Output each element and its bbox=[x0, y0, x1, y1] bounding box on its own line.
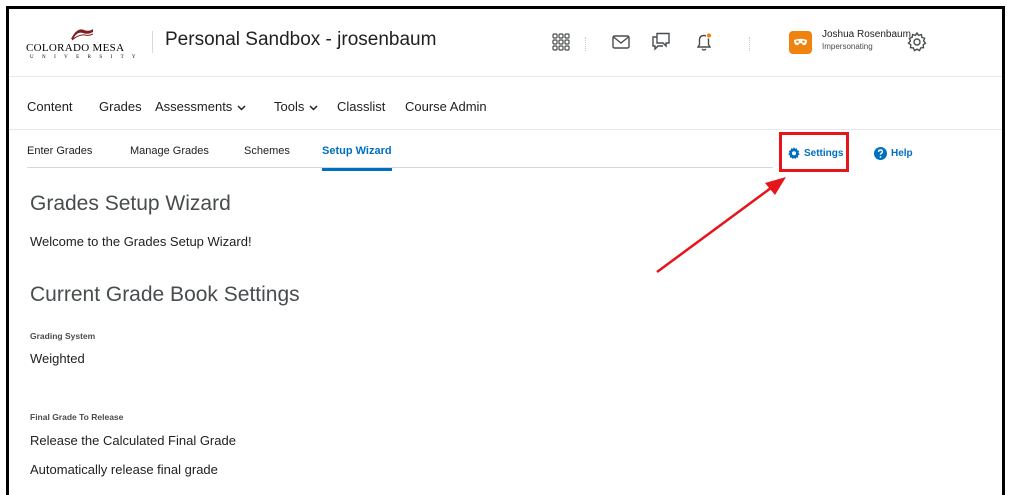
course-title[interactable]: Personal Sandbox - jrosenbaum bbox=[165, 29, 436, 51]
user-avatar[interactable] bbox=[789, 31, 812, 54]
user-name[interactable]: Joshua Rosenbaum bbox=[822, 29, 911, 40]
help-icon bbox=[874, 147, 887, 160]
logo-name: COLORADO MESA bbox=[26, 42, 125, 54]
tab-manage-grades[interactable]: Manage Grades bbox=[130, 145, 209, 157]
logo-subtitle: U N I V E R S I T Y bbox=[30, 55, 140, 60]
red-arrow-annotation bbox=[656, 177, 786, 274]
grading-system-label: Grading System bbox=[30, 331, 96, 341]
bell-icon[interactable] bbox=[689, 27, 719, 57]
gear-icon bbox=[788, 147, 800, 159]
logo-mark-icon bbox=[71, 29, 94, 41]
grades-subtabs: Enter Grades Manage Grades Schemes Setup… bbox=[27, 131, 773, 171]
help-label: Help bbox=[891, 148, 913, 159]
nav-item-classlist[interactable]: Classlist bbox=[337, 99, 385, 114]
mask-icon bbox=[794, 38, 807, 46]
page-title: Grades Setup Wizard bbox=[30, 192, 231, 215]
gear-icon[interactable] bbox=[902, 27, 932, 57]
chevron-down-icon bbox=[237, 105, 246, 111]
help-link[interactable]: Help bbox=[874, 147, 913, 160]
course-navbar: Content Grades Assessments Tools Classli… bbox=[9, 77, 1002, 130]
divider bbox=[152, 31, 153, 53]
nav-item-tools[interactable]: Tools bbox=[274, 99, 318, 114]
top-bar: COLORADO MESA U N I V E R S I T Y Person… bbox=[9, 9, 1002, 77]
settings-label: Settings bbox=[804, 147, 844, 159]
tab-enter-grades[interactable]: Enter Grades bbox=[27, 145, 92, 157]
mail-icon[interactable] bbox=[606, 27, 636, 57]
chevron-down-icon bbox=[309, 105, 318, 111]
nav-item-assessments-label: Assessments bbox=[155, 99, 233, 114]
nav-item-tools-label: Tools bbox=[274, 99, 305, 114]
welcome-text: Welcome to the Grades Setup Wizard! bbox=[30, 234, 252, 249]
nav-item-grades[interactable]: Grades bbox=[99, 99, 142, 114]
user-role: Impersonating bbox=[822, 42, 873, 51]
grading-system-value: Weighted bbox=[30, 351, 85, 366]
nav-item-content[interactable]: Content bbox=[27, 99, 73, 114]
divider bbox=[585, 37, 586, 51]
tab-schemes[interactable]: Schemes bbox=[244, 145, 290, 157]
settings-link[interactable]: Settings bbox=[788, 147, 843, 159]
nav-item-assessments[interactable]: Assessments bbox=[155, 99, 246, 114]
auto-release-value: Automatically release final grade bbox=[30, 462, 218, 477]
divider bbox=[749, 37, 750, 51]
final-grade-label: Final Grade To Release bbox=[30, 412, 124, 422]
university-logo[interactable]: COLORADO MESA U N I V E R S I T Y bbox=[26, 25, 140, 60]
chat-icon[interactable] bbox=[646, 27, 676, 57]
section-title: Current Grade Book Settings bbox=[30, 283, 300, 306]
nav-item-course-admin[interactable]: Course Admin bbox=[405, 99, 487, 114]
tab-setup-wizard[interactable]: Setup Wizard bbox=[322, 145, 392, 171]
grid-icon[interactable] bbox=[546, 27, 576, 57]
final-grade-value: Release the Calculated Final Grade bbox=[30, 433, 236, 448]
browser-frame: COLORADO MESA U N I V E R S I T Y Person… bbox=[6, 6, 1005, 495]
